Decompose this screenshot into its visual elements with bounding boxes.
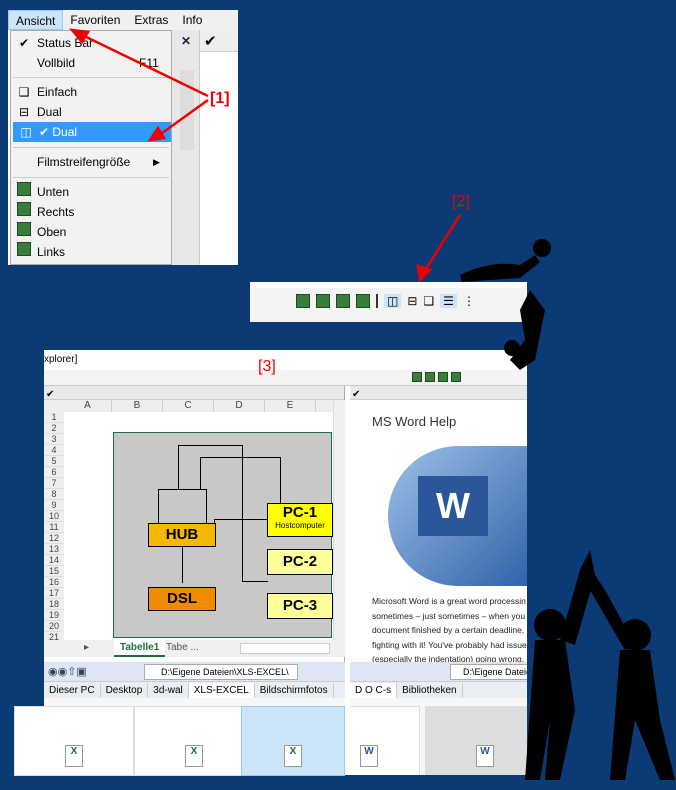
preview-toolbar: ✔ xyxy=(44,386,344,400)
row-header[interactable]: 7 xyxy=(44,478,64,489)
doc-text: Microsoft Word is a great word processin… xyxy=(372,594,527,667)
row-header[interactable]: 15 xyxy=(44,566,64,577)
filmstrip-bottom-icon[interactable] xyxy=(296,294,310,308)
dual-horizontal-icon[interactable]: ⊟ xyxy=(407,294,417,308)
row-header[interactable]: 10 xyxy=(44,511,64,522)
dual-vertical-icon[interactable]: ◫ xyxy=(384,294,402,308)
pc3-box: PC-3 xyxy=(267,593,333,619)
check-icon[interactable]: ✔ xyxy=(46,389,54,400)
row-header[interactable]: 1 xyxy=(44,412,64,423)
tab-desktop[interactable]: Desktop xyxy=(101,683,149,698)
dsl-box: DSL xyxy=(148,587,216,611)
spreadsheet: A B C D E 1 2 3 4 5 6 7 8 9 10 11 12 13 14 15 16 17 18 19 2… xyxy=(44,400,345,643)
file-thumbnails: X X X xyxy=(14,698,345,776)
nav-buttons-icon[interactable]: ◉◉⇧▣ xyxy=(48,665,87,678)
file-thumbnail[interactable]: X xyxy=(14,706,134,776)
text-line: Microsoft Word is a great word processin xyxy=(372,596,526,606)
text-line: fighting with it! You've probably had is… xyxy=(372,639,527,650)
filmstrip-right-icon[interactable] xyxy=(316,294,330,308)
tab-3d-wal[interactable]: 3d-wal xyxy=(148,683,189,698)
row-header[interactable]: 20 xyxy=(44,621,64,632)
row-header[interactable]: 12 xyxy=(44,533,64,544)
doc-title: MS Word Help xyxy=(372,414,457,429)
annotation-label-3: [3] xyxy=(258,358,276,375)
next-sheet-icon[interactable]: ▸ xyxy=(84,642,89,653)
row-header[interactable]: 19 xyxy=(44,610,64,621)
preview-toolbar: ✔ xyxy=(350,386,527,400)
column-header[interactable]: A xyxy=(64,400,112,412)
row-header[interactable]: 14 xyxy=(44,555,64,566)
row-header[interactable]: 11 xyxy=(44,522,64,533)
sheet-tabs: ▸ Tabelle1 Tabe ... xyxy=(44,640,345,657)
explorer-window: xplorer] ✔ A B C D E 1 2 3 4 5 6 7 8 9 10 11 12 13 14… xyxy=(14,350,527,776)
file-thumbnail[interactable]: W xyxy=(425,706,527,775)
column-header[interactable]: E xyxy=(265,400,316,412)
explorer-tabs: D O C-s Bibliotheken xyxy=(350,682,527,699)
path-input[interactable]: D:\Eigene Dateien\ xyxy=(450,664,527,680)
celebrating-figures-illustration xyxy=(525,550,675,780)
file-thumbnail[interactable]: W xyxy=(350,706,420,775)
check-icon[interactable]: ✔ xyxy=(352,389,360,400)
label: PC-1 xyxy=(282,504,318,521)
vertical-scrollbar[interactable] xyxy=(333,400,345,640)
single-pane-icon[interactable]: ❑ xyxy=(423,294,434,308)
row-header[interactable]: 4 xyxy=(44,445,64,456)
tab-bildschirmfotos[interactable]: Bildschirmfotos xyxy=(255,683,334,698)
path-input[interactable]: D:\Eigene Dateien\XLS-EXCEL\ xyxy=(144,664,298,680)
text-line: document finished by a certain deadline, xyxy=(372,625,525,635)
text-line: sometimes – just sometimes – when you xyxy=(372,610,526,621)
tab-bibliotheken[interactable]: Bibliotheken xyxy=(397,683,463,699)
annotation-label-2: [2] xyxy=(452,193,470,210)
filmstrip-top-icon[interactable] xyxy=(336,294,350,308)
tab-docs[interactable]: D O C-s xyxy=(350,683,398,699)
sheet-tab[interactable]: Tabe ... xyxy=(166,642,199,653)
window-title: xplorer] xyxy=(44,354,78,365)
row-header[interactable]: 9 xyxy=(44,500,64,511)
hub-box: HUB xyxy=(148,523,216,547)
explorer-tabs: Dieser PC Desktop 3d-wal XLS-EXCEL Bildschir… xyxy=(44,682,345,698)
file-thumbnail[interactable]: X xyxy=(134,706,254,776)
file-thumbnail-selected[interactable]: X xyxy=(241,706,345,776)
excel-file-icon: X xyxy=(284,745,302,767)
network-diagram: HUB DSL PC-1 Hostcomputer PC-2 PC-3 xyxy=(113,432,333,638)
row-header[interactable]: 2 xyxy=(44,423,64,434)
word-file-icon: W xyxy=(476,745,494,767)
word-file-icon: W xyxy=(360,745,378,767)
climbing-figures-illustration xyxy=(460,239,551,370)
row-header[interactable]: 13 xyxy=(44,544,64,555)
sublabel: Hostcomputer xyxy=(275,521,325,530)
column-header[interactable]: D xyxy=(214,400,265,412)
word-logo: W xyxy=(388,446,527,586)
row-header[interactable]: 5 xyxy=(44,456,64,467)
row-header[interactable]: 17 xyxy=(44,588,64,599)
row-header[interactable]: 3 xyxy=(44,434,64,445)
row-header[interactable]: 16 xyxy=(44,577,64,588)
pc2-box: PC-2 xyxy=(267,549,333,575)
excel-file-icon: X xyxy=(185,745,203,767)
file-thumbnails: W W xyxy=(350,698,527,775)
row-header[interactable]: 8 xyxy=(44,489,64,500)
sheet-tab-active[interactable]: Tabelle1 xyxy=(114,640,166,657)
right-pane: ✔ MS Word Help W Microsoft Word is a gre… xyxy=(350,386,527,775)
annotation-label-1: [1] xyxy=(210,90,230,107)
row-header[interactable]: 6 xyxy=(44,467,64,478)
filmstrip-left-icon[interactable] xyxy=(356,294,370,308)
column-header[interactable]: C xyxy=(163,400,214,412)
excel-file-icon: X xyxy=(65,745,83,767)
explorer-address-bar: D:\Eigene Dateien\ xyxy=(350,662,527,682)
tab-xls-excel[interactable]: XLS-EXCEL xyxy=(188,683,255,698)
tab-dieser-pc[interactable]: Dieser PC xyxy=(44,683,101,698)
explorer-address-bar: ◉◉⇧▣ D:\Eigene Dateien\XLS-EXCEL\ xyxy=(44,662,345,682)
pc1-box: PC-1 Hostcomputer xyxy=(267,503,333,537)
horizontal-scrollbar[interactable] xyxy=(240,643,330,654)
left-pane: ✔ A B C D E 1 2 3 4 5 6 7 8 9 10 11 12 13 14 15 16 17 18 1… xyxy=(14,386,345,776)
row-header[interactable]: 18 xyxy=(44,599,64,610)
column-header[interactable]: B xyxy=(112,400,163,412)
